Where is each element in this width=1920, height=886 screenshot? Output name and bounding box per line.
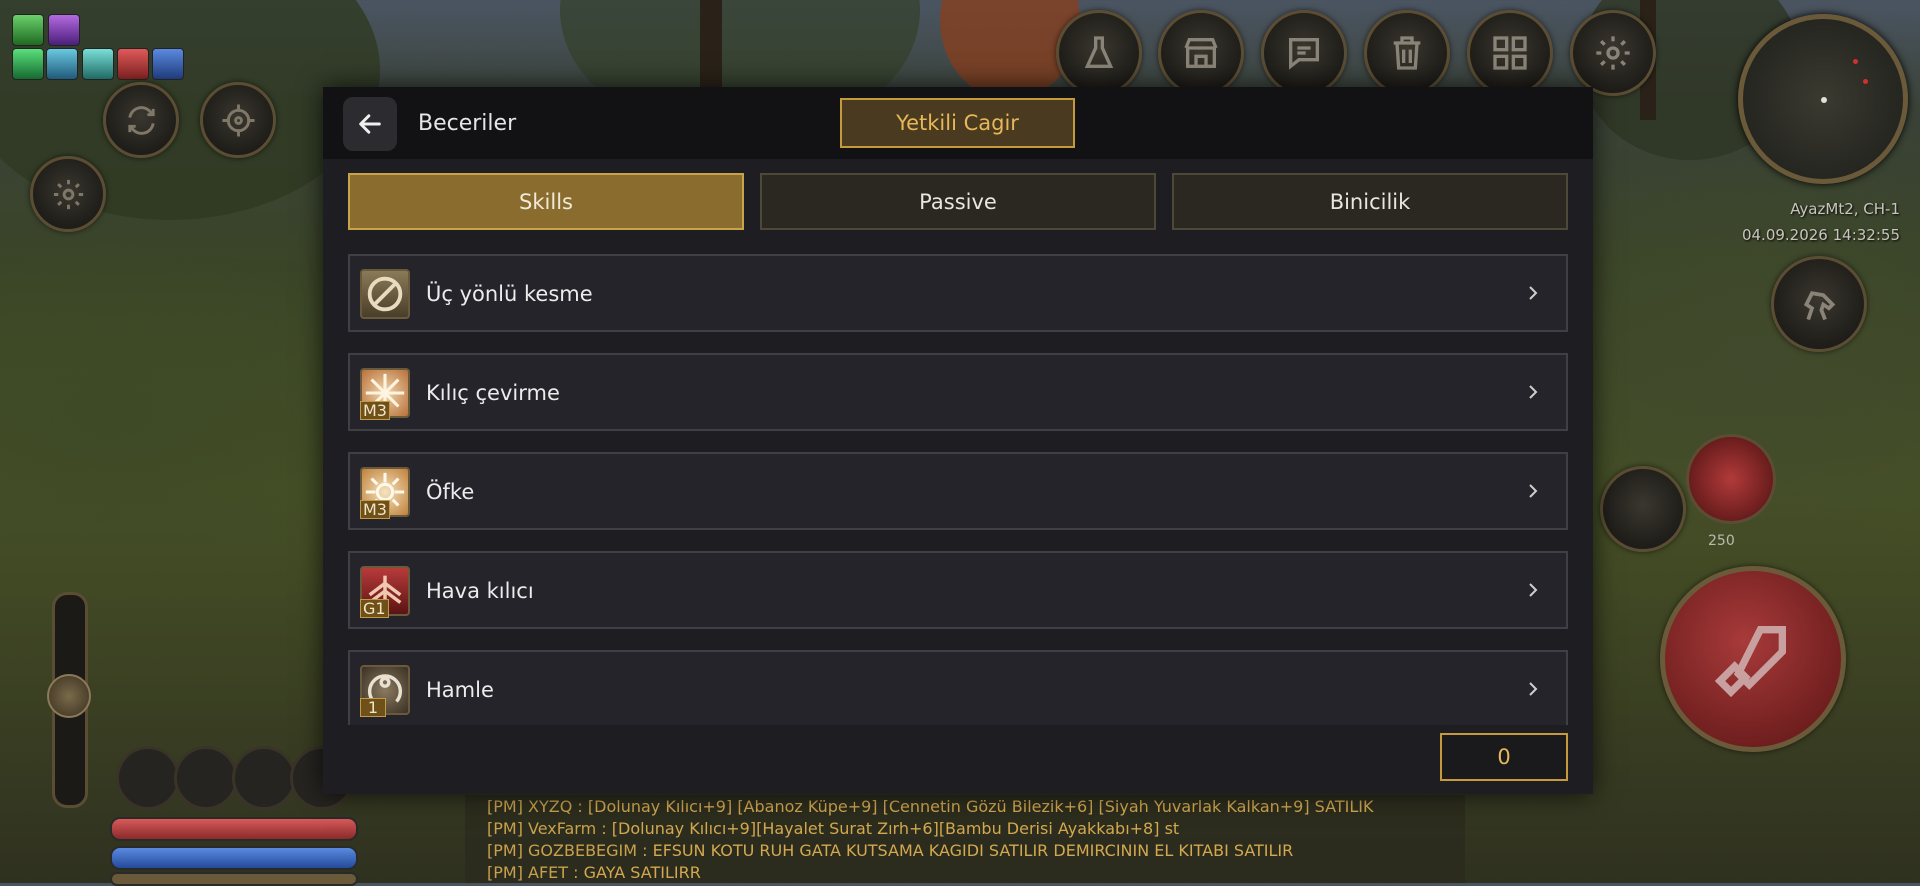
skill-list[interactable]: Üç yönlü kesme M3 Kılıç çevirme M3 Öfke [348, 254, 1568, 725]
horse-icon [1803, 290, 1835, 320]
server-channel-label: AyazMt2, CH-1 [1790, 200, 1900, 218]
skill-level-badge: G1 [360, 599, 389, 618]
buff-icon [12, 48, 44, 80]
skill-row[interactable]: M3 Öfke [348, 452, 1568, 530]
buff-icon [12, 14, 44, 46]
buff-icon [46, 48, 78, 80]
quickslot[interactable] [174, 746, 238, 810]
chat-line-message: [Dolunay Kılıcı+9][Hayalet Surat Zırh+6]… [611, 819, 1180, 838]
menu-grid-button[interactable] [1467, 10, 1553, 96]
grid-icon [1493, 36, 1527, 70]
trash-icon [1393, 36, 1421, 70]
chat-line: [PM] AFET : GAYA SATILIRR [487, 863, 701, 882]
skill-quickslot[interactable] [1600, 466, 1686, 552]
potion-count: 250 [1708, 533, 1735, 549]
potion-slot[interactable] [1686, 434, 1776, 524]
chat-line-message: EFSUN KOTU RUH GATA KUTSAMA KAGIDI SATIL… [652, 841, 1294, 860]
call-gm-button[interactable]: Yetkili Cagir [840, 98, 1075, 148]
skill-name: Hamle [426, 678, 494, 702]
shop-button[interactable] [1158, 10, 1244, 96]
chevron-right-icon [1529, 682, 1538, 696]
dialog-title: Beceriler [418, 111, 517, 136]
camera-slider-thumb[interactable] [47, 674, 91, 718]
buff-icon [117, 48, 149, 80]
skill-points-counter: 0 [1440, 733, 1568, 781]
flask-icon [1084, 36, 1114, 68]
clock-label: 04.09.2026 14:32:55 [1741, 226, 1900, 244]
mount-button[interactable] [1771, 256, 1867, 352]
skill-name: Hava kılıcı [426, 579, 534, 603]
dialog-header: Beceriler Yetkili Cagir [323, 87, 1593, 159]
minimap-player-marker [1821, 97, 1827, 103]
chevron-right-icon [1529, 286, 1538, 300]
buff-icon [48, 14, 80, 46]
tab-skills[interactable]: Skills [348, 173, 744, 230]
skill-name: Öfke [426, 480, 475, 504]
chat-line-prefix: [PM] [487, 797, 523, 816]
shop-icon [1184, 38, 1218, 68]
chat-line: [PM] XYZQ : [Dolunay Kılıcı+9] [Abanoz K… [487, 797, 1373, 816]
skill-level-badge: M3 [360, 500, 390, 519]
minimap-mob-marker [1853, 59, 1858, 64]
skill-row[interactable]: 1 Hamle [348, 650, 1568, 725]
minimap-mob-marker [1863, 79, 1868, 84]
chat-line-message: [Dolunay Kılıcı+9] [Abanoz Küpe+9] [Cenn… [587, 797, 1374, 816]
chat-line-prefix: [PM] [487, 819, 523, 838]
crosshair-icon [221, 103, 255, 137]
potion-menu-button[interactable] [1056, 10, 1142, 96]
sp-bar [110, 846, 358, 870]
chat-line-sender: VexFarm : [528, 819, 607, 838]
swap-button[interactable] [103, 82, 179, 158]
chevron-right-icon [1529, 583, 1538, 597]
arrow-left-icon [359, 114, 381, 134]
target-button[interactable] [200, 82, 276, 158]
sword-icon [1714, 626, 1786, 698]
chat-line-prefix: [PM] [487, 863, 523, 882]
chat-line-sender: XYZQ : [528, 797, 583, 816]
skill-row[interactable]: Üç yönlü kesme [348, 254, 1568, 332]
skill-row[interactable]: G1 Hava kılıcı [348, 551, 1568, 629]
chevron-right-icon [1529, 385, 1538, 399]
settings-button[interactable] [1570, 10, 1656, 96]
settings-button-left[interactable] [30, 156, 106, 232]
buff-icon [82, 48, 114, 80]
skill-name: Üç yönlü kesme [426, 282, 593, 306]
skill-level-badge: 1 [360, 698, 386, 717]
chat-icon [1289, 38, 1319, 70]
gear-icon [1596, 36, 1630, 70]
quickslot[interactable] [116, 746, 180, 810]
chat-line: [PM] VexFarm : [Dolunay Kılıcı+9][Hayale… [487, 819, 1179, 838]
chat-line-sender: GOZBEBEGIM : [528, 841, 648, 860]
tab-passive[interactable]: Passive [760, 173, 1156, 230]
attack-button[interactable] [1660, 566, 1846, 752]
chat-line-prefix: [PM] [487, 841, 523, 860]
minimap[interactable] [1738, 14, 1908, 184]
chevron-right-icon [1529, 484, 1538, 498]
chat-log: [PM] XYZQ : [Dolunay Kılıcı+9] [Abanoz K… [465, 795, 1465, 883]
hp-bar [110, 817, 358, 841]
skills-dialog: Beceriler Yetkili Cagir Skills Passive B… [323, 87, 1593, 794]
gear-icon [53, 179, 83, 209]
chat-button[interactable] [1261, 10, 1347, 96]
skill-level-badge: M3 [360, 401, 390, 420]
tab-binicilik[interactable]: Binicilik [1172, 173, 1568, 230]
chat-line-message: GAYA SATILIRR [583, 863, 701, 882]
chat-line: [PM] GOZBEBEGIM : EFSUN KOTU RUH GATA KU… [487, 841, 1293, 860]
trash-button[interactable] [1364, 10, 1450, 96]
skill-name: Kılıç çevirme [426, 381, 560, 405]
buff-icon [152, 48, 184, 80]
skill-row[interactable]: M3 Kılıç çevirme [348, 353, 1568, 431]
back-button[interactable] [343, 97, 397, 151]
chat-line-sender: AFET : [528, 863, 579, 882]
quickslot[interactable] [232, 746, 296, 810]
swap-icon [127, 105, 155, 135]
three-way-cut-icon [360, 269, 410, 319]
stamina-bar [110, 872, 358, 886]
